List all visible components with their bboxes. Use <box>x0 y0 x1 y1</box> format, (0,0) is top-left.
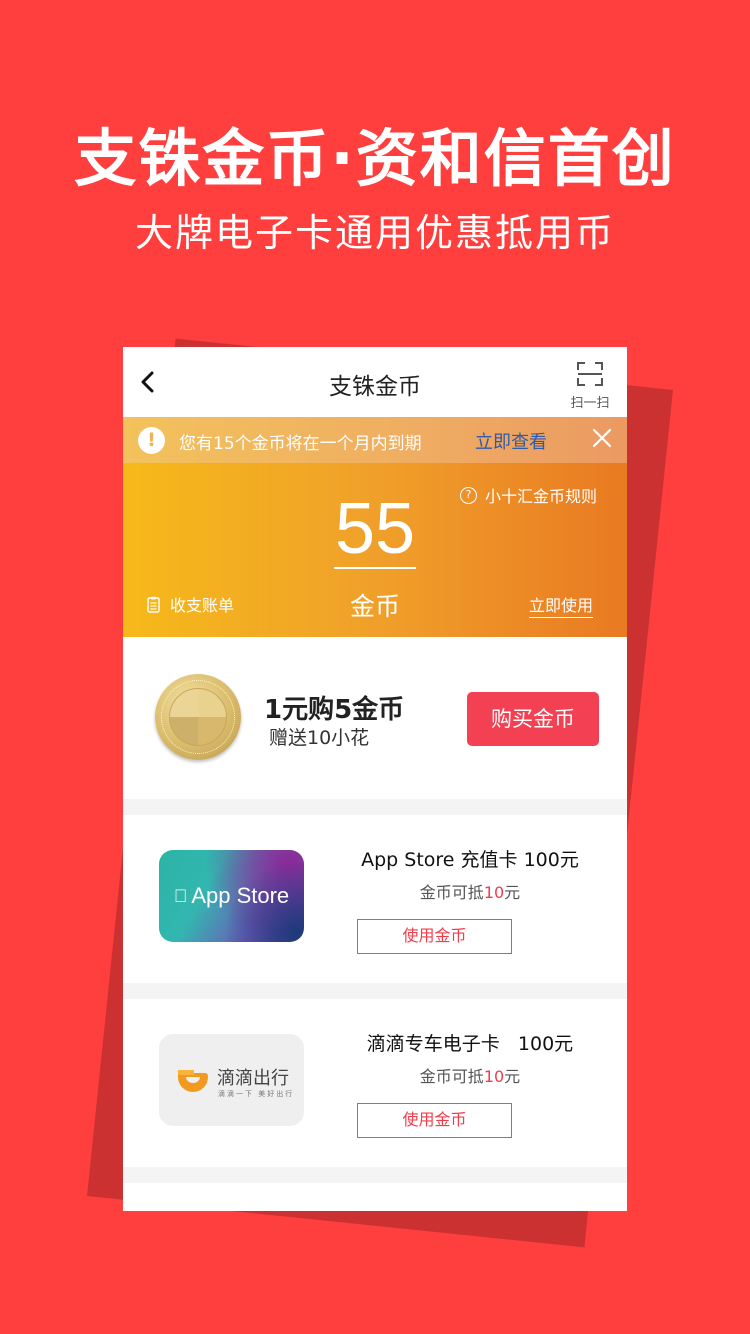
gift-card-item:  App Store App Store 充值卡 100元 金币可抵10元 使… <box>123 815 627 983</box>
buy-offer-title: 1元购5金币 <box>264 695 405 725</box>
discount-suffix: 元 <box>504 883 521 902</box>
buy-offer-bonus: 赠送10小花 <box>269 727 370 749</box>
promo-subline: 大牌电子卡通用优惠抵用币 <box>134 211 615 255</box>
navbar: 支铢金币 扫一扫 <box>123 347 627 417</box>
scan-button[interactable]: 扫一扫 <box>567 361 613 411</box>
app-screen: 支铢金币 扫一扫 ! 您有15个金币将在一个月内到期 立即查看 ? 小十汇金币规… <box>123 347 627 1211</box>
scan-label: 扫一扫 <box>570 396 610 411</box>
section-divider <box>123 799 627 815</box>
gift-card-item: 滴滴出行 滴滴一下 美好出行 滴滴专车电子卡 100元 金币可抵10元 使用金币 <box>123 999 627 1167</box>
didi-slogan: 滴滴一下 美好出行 <box>218 1090 295 1098</box>
section-divider <box>123 983 627 999</box>
buy-coins-button[interactable]: 购买金币 <box>467 692 599 746</box>
gift-card-title: 滴滴专车电子卡 100元 <box>366 1033 574 1055</box>
expiry-notice-bar: ! 您有15个金币将在一个月内到期 立即查看 <box>123 417 627 463</box>
use-coins-button[interactable]: 使用金币 <box>357 1103 512 1138</box>
discount-amount: 10 <box>483 883 505 902</box>
notice-text: 您有15个金币将在一个月内到期 <box>179 434 422 454</box>
clipboard-icon <box>147 596 160 613</box>
page-title: 支铢金币 <box>329 374 421 400</box>
gift-card-title: App Store 充值卡 100元 <box>361 849 579 871</box>
promo-headline: 支铢金币·资和信首创 <box>74 122 676 195</box>
coin-balance: 55 <box>123 493 627 569</box>
use-now-link[interactable]: 立即使用 <box>528 592 593 618</box>
scan-icon <box>577 362 603 386</box>
discount-prefix: 金币可抵 <box>419 883 484 902</box>
use-coins-button[interactable]: 使用金币 <box>357 919 512 954</box>
list-bottom <box>123 1183 627 1211</box>
coin-balance-value[interactable]: 55 <box>333 493 417 569</box>
bill-link[interactable]: 收支账单 <box>147 592 234 616</box>
discount-prefix: 金币可抵 <box>419 1067 484 1086</box>
section-divider <box>123 1167 627 1183</box>
gift-card-discount: 金币可抵10元 <box>123 879 627 903</box>
close-icon <box>592 428 612 448</box>
buy-coins-section: 1元购5金币 赠送10小花 购买金币 <box>123 637 627 799</box>
view-now-link[interactable]: 立即查看 <box>475 428 547 454</box>
balance-panel: ? 小十汇金币规则 55 金币 收支账单 立即使用 <box>123 463 627 637</box>
notice-close-button[interactable] <box>591 427 613 449</box>
bill-label: 收支账单 <box>170 596 235 615</box>
coin-face <box>169 688 227 746</box>
gold-coin-icon <box>155 674 241 760</box>
gift-card-discount: 金币可抵10元 <box>123 1063 627 1087</box>
discount-amount: 10 <box>483 1067 505 1086</box>
exclamation-icon: ! <box>138 427 165 454</box>
discount-suffix: 元 <box>504 1067 521 1086</box>
